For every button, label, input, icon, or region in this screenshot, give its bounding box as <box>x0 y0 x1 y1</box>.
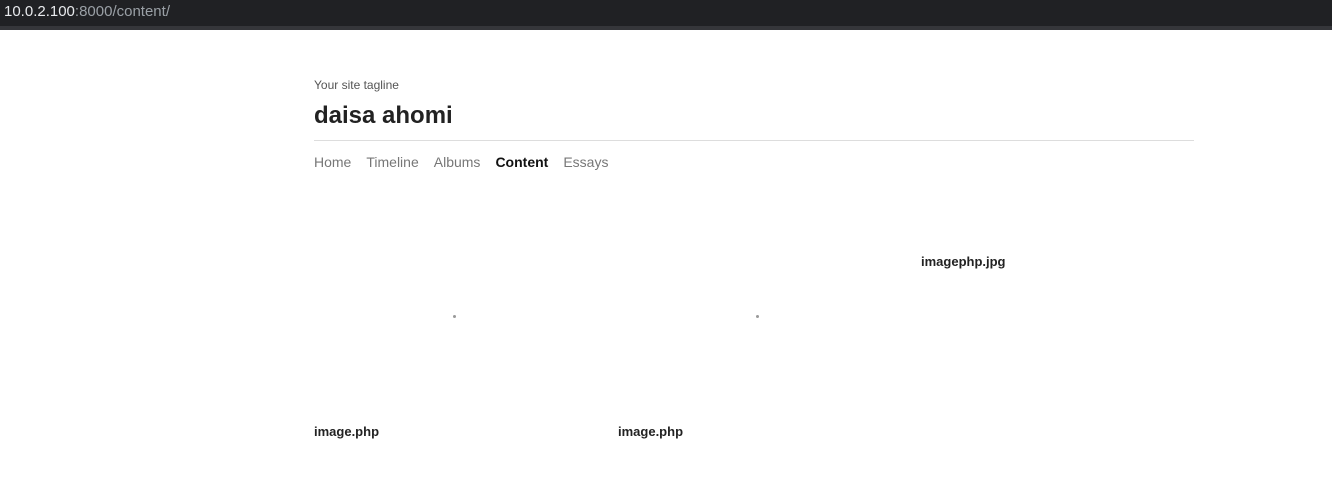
browser-address-bar: 10.0.2.100:8000/content/ <box>0 0 1332 30</box>
nav-home-link[interactable]: Home <box>314 154 351 171</box>
content-item-caption[interactable]: image.php <box>314 424 379 440</box>
content-item-caption[interactable]: image.php <box>618 424 683 440</box>
nav-albums-link[interactable]: Albums <box>434 154 481 171</box>
content-item-caption[interactable]: imagephp.jpg <box>921 254 1006 270</box>
site-title[interactable]: daisa ahomi <box>314 102 453 130</box>
header-divider <box>314 140 1194 141</box>
nav-timeline-link[interactable]: Timeline <box>366 154 418 171</box>
site-tagline: Your site tagline <box>314 78 399 92</box>
site-container: Your site tagline daisa ahomi Home Timel… <box>314 30 1194 482</box>
broken-image-thumbnail[interactable] <box>453 315 456 318</box>
broken-image-thumbnail[interactable] <box>756 315 759 318</box>
content-item[interactable]: imagephp.jpg <box>921 210 1191 270</box>
url-host: 10.0.2.100 <box>4 3 75 20</box>
main-nav: Home Timeline Albums Content Essays <box>314 154 623 171</box>
url-field[interactable]: 10.0.2.100:8000/content/ <box>4 3 170 21</box>
content-item[interactable]: image.php <box>618 210 908 450</box>
nav-essays-link[interactable]: Essays <box>563 154 608 171</box>
nav-content-link[interactable]: Content <box>495 154 548 171</box>
url-path: :8000/content/ <box>74 3 170 20</box>
content-item[interactable]: image.php <box>314 210 604 450</box>
